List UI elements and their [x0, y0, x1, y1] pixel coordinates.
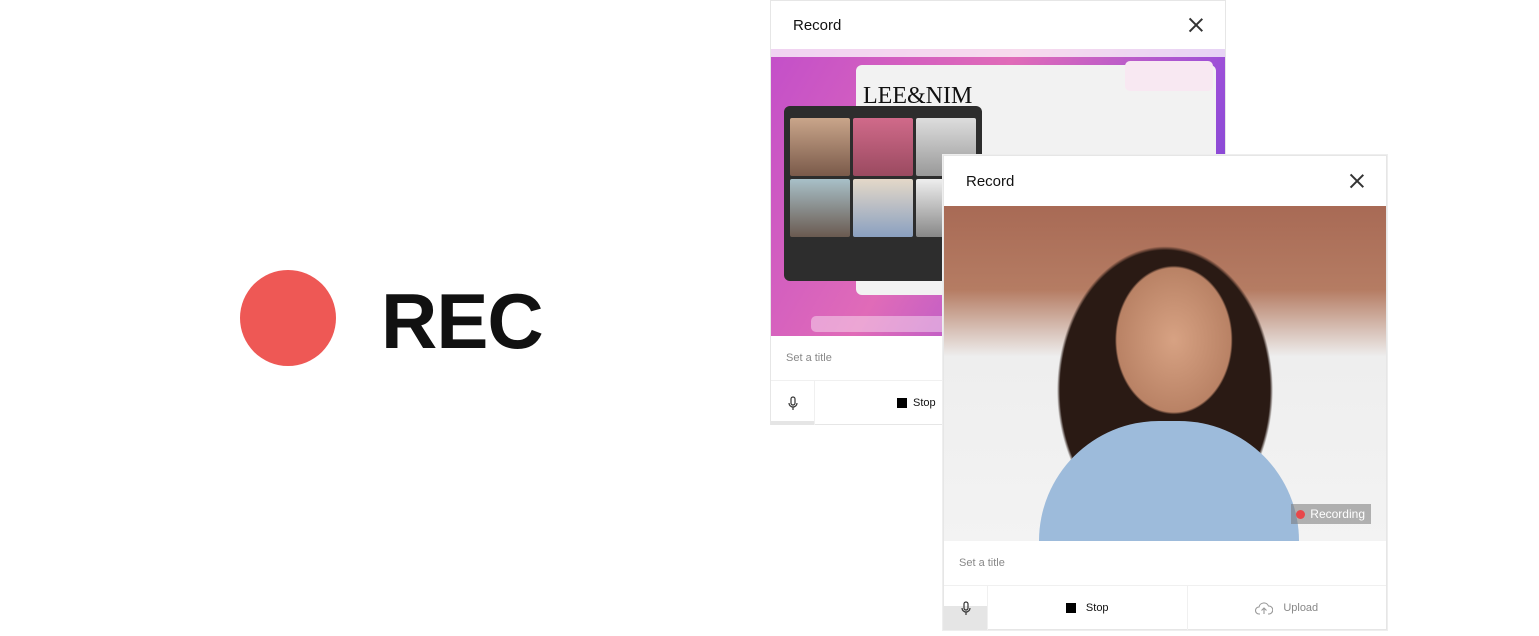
cloud-upload-icon [1255, 601, 1274, 615]
microphone-icon [787, 395, 798, 410]
recording-label: Recording [1310, 507, 1365, 521]
recording-dot-icon [1296, 509, 1306, 519]
facetime-popup [1125, 61, 1213, 91]
stop-label: Stop [1085, 602, 1109, 614]
rec-indicator-dot [240, 270, 336, 366]
panel-title: Record [966, 172, 1015, 190]
mic-button[interactable] [771, 381, 815, 425]
dock [811, 316, 961, 332]
panel-header: Record [944, 156, 1386, 206]
stop-icon [1065, 603, 1076, 613]
stop-icon [897, 398, 907, 408]
controls: Stop Upload [944, 586, 1386, 630]
close-icon[interactable] [1350, 174, 1364, 188]
menu-bar [771, 49, 1225, 57]
title-row [944, 541, 1386, 586]
microphone-icon [960, 600, 971, 615]
rec-label: REC [381, 277, 544, 365]
title-input[interactable] [959, 557, 1371, 569]
upload-button[interactable]: Upload [1188, 586, 1387, 630]
recording-badge: Recording [1291, 504, 1371, 524]
mic-level-bar [771, 420, 814, 425]
webcam-preview: Recording [944, 206, 1386, 541]
upload-label: Upload [1283, 602, 1319, 614]
panel-header: Record [771, 1, 1225, 49]
panel-title: Record [793, 16, 842, 34]
stop-button[interactable]: Stop [988, 586, 1188, 630]
webcam-subject [1039, 421, 1299, 541]
close-icon[interactable] [1189, 18, 1203, 32]
mic-button[interactable] [944, 586, 988, 630]
record-panel-front: Record Recording Stop Upload [943, 155, 1387, 630]
stop-label: Stop [913, 397, 936, 409]
